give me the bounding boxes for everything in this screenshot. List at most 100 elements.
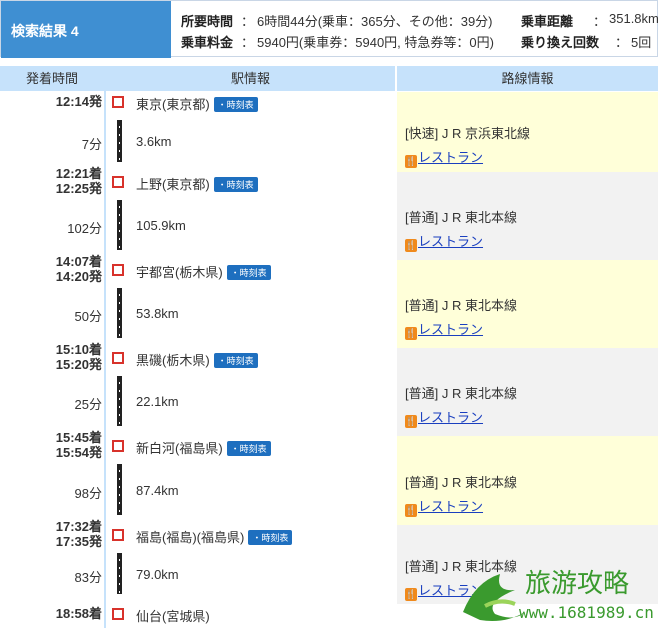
segment-duration: 102分 bbox=[67, 221, 102, 236]
time-value: 14:20発 bbox=[55, 269, 102, 284]
fare-label: 乗車料金 bbox=[181, 35, 234, 50]
station-marker-icon bbox=[112, 96, 124, 108]
station-info: 東京(東京都) ・時刻表 bbox=[136, 94, 258, 113]
timetable-button[interactable]: ・時刻表 bbox=[226, 441, 271, 456]
time-value: 14:07着 bbox=[55, 254, 102, 269]
fare-value: 5940円(乗車券：5940円, 特急券等：0円) bbox=[257, 35, 494, 50]
route-name: [普通] J R 東北本線 bbox=[405, 210, 517, 225]
station-info: 新白河(福島県) ・時刻表 bbox=[136, 438, 271, 457]
distance-label: 乗車距離 bbox=[521, 14, 574, 29]
segment-distance: 79.0km bbox=[136, 566, 179, 582]
restaurant-icon: 🍴 bbox=[405, 415, 417, 428]
rail-line-icon bbox=[117, 376, 122, 426]
segment-distance: 87.4km bbox=[136, 482, 179, 498]
time-value: 15:20発 bbox=[55, 357, 102, 372]
rail-line-icon bbox=[117, 464, 122, 515]
station-time: 15:45着 15:54発 bbox=[0, 430, 102, 460]
svg-text:旅游攻略: 旅游攻略 bbox=[525, 569, 629, 599]
route-name: [普通] J R 東北本線 bbox=[405, 474, 517, 490]
restaurant-icon: 🍴 bbox=[405, 327, 417, 340]
header-time: 発着時間 bbox=[0, 66, 104, 91]
result-summary: 検索結果 4 所要時間 ： 6時間44分(乗車：365分、その他：39分) 乗車… bbox=[0, 0, 658, 58]
station-name[interactable]: 上野(東京都) bbox=[136, 177, 210, 192]
time-value: 17:32着 bbox=[55, 519, 102, 534]
segment-distance: 53.8km bbox=[136, 306, 179, 321]
restaurant-link-text[interactable]: レストラン bbox=[418, 150, 483, 165]
distance-value: 351.8km bbox=[609, 11, 658, 26]
segment-distance: 22.1km bbox=[136, 394, 179, 409]
restaurant-link-text[interactable]: レストラン bbox=[418, 322, 483, 337]
result-title: 検索結果 4 bbox=[1, 1, 171, 58]
station-name[interactable]: 宇都宮(栃木県) bbox=[136, 265, 223, 280]
time-value: 12:25発 bbox=[55, 181, 102, 196]
time-value: 12:21着 bbox=[55, 166, 102, 181]
time-value: 15:45着 bbox=[55, 430, 102, 445]
time-label: 所要時間 bbox=[181, 14, 234, 29]
restaurant-link[interactable]: 🍴レストラン bbox=[405, 319, 483, 340]
transfers-value: 5回 bbox=[631, 35, 652, 50]
segment-distance: 3.6km bbox=[136, 134, 172, 149]
station-name[interactable]: 仙台(宮城県) bbox=[136, 609, 210, 624]
restaurant-link[interactable]: 🍴レストラン bbox=[405, 231, 483, 252]
station-info: 宇都宮(栃木県) ・時刻表 bbox=[136, 262, 271, 281]
segment-duration: 25分 bbox=[74, 397, 102, 412]
station-time: 12:21着 12:25発 bbox=[0, 166, 102, 196]
station-marker-icon bbox=[112, 529, 124, 541]
svg-text:www.1681989.cn: www.1681989.cn bbox=[519, 603, 654, 622]
watermark-logo: 旅游攻略 www.1681989.cn bbox=[463, 569, 654, 622]
station-marker-icon bbox=[112, 264, 124, 276]
station-marker-icon bbox=[112, 440, 124, 452]
rail-line-icon bbox=[117, 200, 122, 250]
restaurant-link-text[interactable]: レストラン bbox=[418, 234, 483, 249]
route-name: [快速] J R 京浜東北線 bbox=[405, 126, 530, 141]
header-route: 路線情報 bbox=[397, 66, 658, 91]
station-marker-icon bbox=[112, 352, 124, 364]
station-info: 上野(東京都) ・時刻表 bbox=[136, 174, 258, 193]
rail-line-icon bbox=[117, 120, 122, 162]
station-marker-icon bbox=[112, 176, 124, 188]
restaurant-icon: 🍴 bbox=[405, 587, 417, 601]
timetable-button[interactable]: ・時刻表 bbox=[226, 265, 271, 280]
station-info: 仙台(宮城県) bbox=[136, 606, 210, 625]
station-name[interactable]: 東京(東京都) bbox=[136, 97, 210, 112]
time-value: 17:35発 bbox=[55, 534, 102, 549]
station-marker-icon bbox=[112, 608, 124, 620]
restaurant-link[interactable]: 🍴レストラン bbox=[405, 407, 483, 428]
rail-line-icon bbox=[117, 553, 122, 594]
station-time: 15:10着 15:20発 bbox=[0, 342, 102, 372]
station-time: 18:58着 bbox=[0, 606, 102, 621]
time-value: 18:58着 bbox=[55, 606, 102, 621]
column-divider bbox=[104, 66, 106, 628]
timetable-button[interactable]: ・時刻表 bbox=[248, 530, 293, 545]
time-value: 15:10着 bbox=[55, 342, 102, 357]
route-name: [普通] J R 東北本線 bbox=[405, 386, 517, 401]
header-station: 駅情報 bbox=[106, 66, 395, 91]
timetable-button[interactable]: ・時刻表 bbox=[213, 97, 258, 112]
restaurant-icon: 🍴 bbox=[405, 155, 417, 168]
station-name[interactable]: 黒磯(栃木県) bbox=[136, 353, 210, 368]
time-value: 12:14発 bbox=[55, 94, 102, 109]
time-value: 15:54発 bbox=[55, 445, 102, 460]
restaurant-icon: 🍴 bbox=[405, 503, 417, 517]
restaurant-link[interactable]: 🍴レストラン bbox=[405, 496, 483, 517]
rail-line-icon bbox=[117, 288, 122, 338]
station-name[interactable]: 福島(福島)(福島県) bbox=[136, 530, 244, 545]
timetable-button[interactable]: ・時刻表 bbox=[213, 177, 258, 192]
transfers-label: 乗り換え回数 bbox=[521, 35, 600, 50]
restaurant-link-text[interactable]: レストラン bbox=[418, 410, 483, 425]
segment-duration: 7分 bbox=[81, 137, 102, 152]
station-time: 14:07着 14:20発 bbox=[0, 254, 102, 284]
restaurant-icon: 🍴 bbox=[405, 239, 417, 252]
segment-duration: 98分 bbox=[74, 485, 102, 501]
station-info: 福島(福島)(福島県) ・時刻表 bbox=[136, 527, 293, 546]
restaurant-link-text[interactable]: レストラン bbox=[418, 499, 483, 514]
segment-duration: 50分 bbox=[74, 309, 102, 324]
station-time: 17:32着 17:35発 bbox=[0, 519, 102, 549]
segment-duration: 83分 bbox=[74, 569, 102, 585]
segment-distance: 105.9km bbox=[136, 218, 186, 233]
station-time: 12:14発 bbox=[0, 94, 102, 109]
restaurant-link[interactable]: 🍴レストラン bbox=[405, 147, 483, 168]
time-value: 6時間44分(乗車：365分、その他：39分) bbox=[257, 14, 493, 29]
station-name[interactable]: 新白河(福島県) bbox=[136, 441, 223, 456]
timetable-button[interactable]: ・時刻表 bbox=[213, 353, 258, 368]
